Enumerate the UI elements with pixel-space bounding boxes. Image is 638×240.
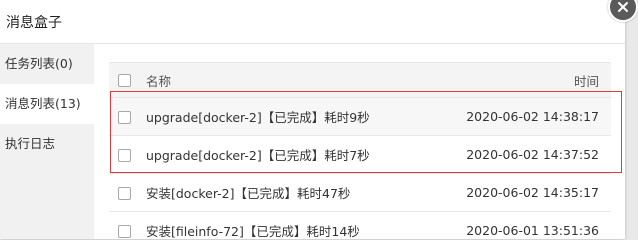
message-time: 2020-06-02 14:38:17 [466,109,599,124]
message-time: 2020-06-02 14:35:17 [466,185,599,200]
row-checkbox[interactable] [118,148,131,162]
dialog-titlebar: 消息盒子 [0,0,625,44]
message-name: upgrade[docker-2]【已完成】耗时9秒 [146,110,370,125]
message-name: 安装[fileinfo-72]【已完成】耗时14秒 [146,224,360,239]
table-row[interactable]: upgrade[docker-2]【已完成】耗时7秒 2020-06-02 14… [109,136,611,174]
message-time: 2020-06-01 13:51:36 [466,223,599,238]
message-name: upgrade[docker-2]【已完成】耗时7秒 [146,148,370,163]
column-header-name: 名称 [146,73,172,89]
row-checkbox[interactable] [118,110,131,124]
table-header: 名称 时间 [109,63,611,98]
row-checkbox[interactable] [118,224,131,238]
table-row[interactable]: 安装[docker-2]【已完成】耗时47秒 2020-06-02 14:35:… [109,174,611,212]
sidebar-item-tasks[interactable]: 任务列表(0) [0,44,94,84]
message-list-panel: 名称 时间 upgrade[docker-2]【已完成】耗时9秒 2020-06… [94,44,625,239]
message-time: 2020-06-02 14:37:52 [466,147,599,162]
select-all-checkbox[interactable] [118,74,131,87]
row-checkbox[interactable] [118,186,131,200]
dialog-title: 消息盒子 [6,15,62,31]
message-table: 名称 时间 upgrade[docker-2]【已完成】耗时9秒 2020-06… [109,62,611,239]
message-name: 安装[docker-2]【已完成】耗时47秒 [146,186,351,201]
table-row[interactable]: upgrade[docker-2]【已完成】耗时9秒 2020-06-02 14… [109,98,611,136]
column-header-time: 时间 [573,73,599,89]
table-row[interactable]: 安装[fileinfo-72]【已完成】耗时14秒 2020-06-01 13:… [109,212,611,239]
sidebar: 任务列表(0) 消息列表(13) 执行日志 [0,44,94,239]
sidebar-item-execution-log[interactable]: 执行日志 [0,124,94,164]
sidebar-item-messages[interactable]: 消息列表(13) [0,84,94,124]
message-box-dialog: 消息盒子 任务列表(0) 消息列表(13) 执行日志 名称 时间 upgrade… [0,0,625,239]
close-icon [617,1,629,13]
